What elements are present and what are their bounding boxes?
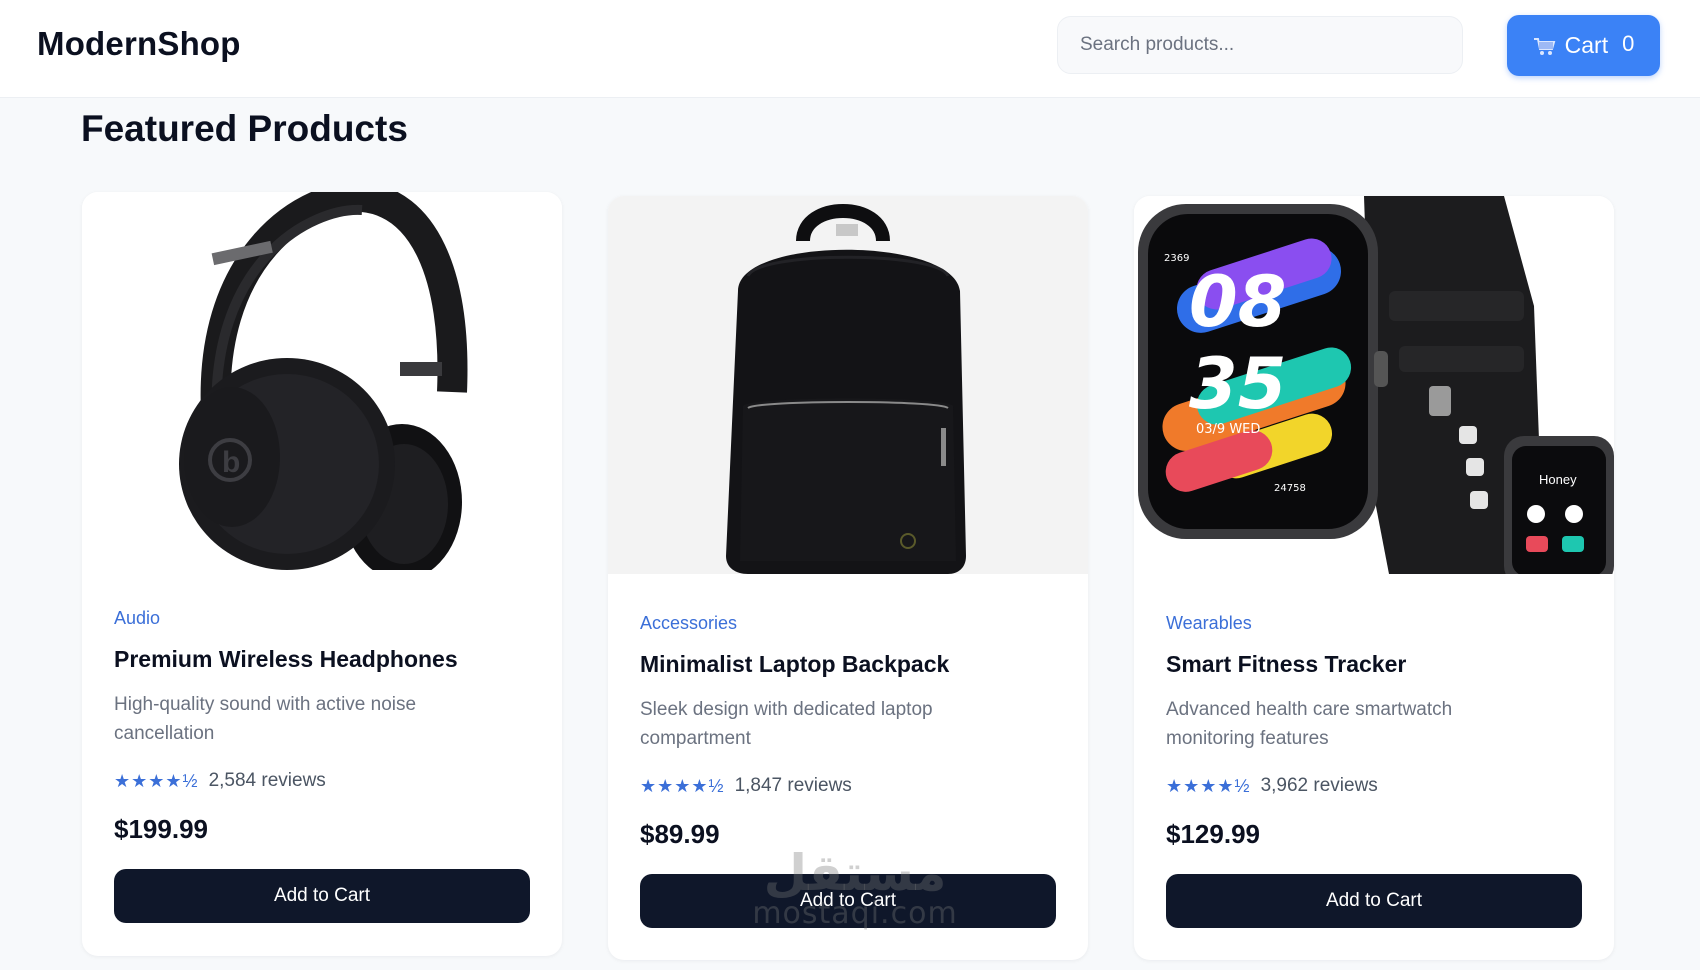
cart-label: Cart (1564, 32, 1609, 58)
product-description: Advanced health care smartwatch monitori… (1166, 699, 1453, 749)
star-rating-icon: ★★★★½ (1166, 775, 1251, 796)
search-input[interactable] (1057, 16, 1463, 74)
headphones-image[interactable]: b (82, 192, 562, 570)
product-price: $129.99 (1166, 819, 1260, 849)
cart-icon (1533, 36, 1557, 56)
product-description: High-quality sound with active noise can… (114, 694, 417, 744)
product-price: $89.99 (640, 819, 720, 849)
review-count[interactable]: 1,847 reviews (735, 775, 852, 797)
product-category[interactable]: Audio (114, 608, 530, 629)
site-logo[interactable]: ModernShop (37, 25, 241, 63)
product-rating: ★★★★½ 3,962 reviews (1166, 775, 1582, 797)
watch-top-number: 2369 (1164, 253, 1189, 264)
watch-hour: 08 (1189, 261, 1286, 343)
star-rating-icon: ★★★★½ (640, 775, 725, 796)
product-rating: ★★★★½ 1,847 reviews (640, 775, 1056, 797)
backpack-image[interactable] (608, 196, 1088, 574)
product-description: Sleek design with dedicated laptop compa… (640, 699, 933, 749)
product-title[interactable]: Minimalist Laptop Backpack (640, 651, 1056, 678)
product-card: b Audio Premium Wireless Headphones High… (82, 192, 562, 956)
product-rating: ★★★★½ 2,584 reviews (114, 770, 530, 792)
product-card: 08 35 03/9 WED 2369 24758 Honey Wearable… (1134, 196, 1614, 960)
product-card: Accessories Minimalist Laptop Backpack S… (608, 196, 1088, 960)
add-to-cart-button[interactable]: Add to Cart (114, 869, 530, 923)
cart-button[interactable]: Cart 0 (1507, 15, 1660, 76)
review-count[interactable]: 2,584 reviews (209, 770, 326, 792)
page-title: Featured Products (81, 108, 408, 149)
svg-text:b: b (222, 446, 240, 479)
product-info: Accessories Minimalist Laptop Backpack S… (640, 613, 1056, 850)
product-title[interactable]: Premium Wireless Headphones (114, 646, 530, 673)
review-count[interactable]: 3,962 reviews (1261, 775, 1378, 797)
add-to-cart-button[interactable]: Add to Cart (1166, 874, 1582, 928)
watch-bottom-number: 24758 (1274, 483, 1306, 494)
product-category[interactable]: Wearables (1166, 613, 1582, 634)
cart-count-badge: 0 (1622, 30, 1635, 56)
product-title[interactable]: Smart Fitness Tracker (1166, 651, 1582, 678)
smartwatch-image[interactable]: 08 35 03/9 WED 2369 24758 Honey (1134, 196, 1614, 574)
watch-minute: 35 (1189, 343, 1286, 425)
top-header: ModernShop Cart 0 (0, 0, 1700, 98)
product-category[interactable]: Accessories (640, 613, 1056, 634)
add-to-cart-button[interactable]: Add to Cart (640, 874, 1056, 928)
star-rating-icon: ★★★★½ (114, 770, 199, 791)
small-watch-label: Honey (1539, 472, 1577, 487)
product-price: $199.99 (114, 814, 208, 844)
product-info: Wearables Smart Fitness Tracker Advanced… (1166, 613, 1582, 850)
product-info: Audio Premium Wireless Headphones High-q… (114, 608, 530, 845)
watch-date: 03/9 WED (1196, 422, 1260, 437)
